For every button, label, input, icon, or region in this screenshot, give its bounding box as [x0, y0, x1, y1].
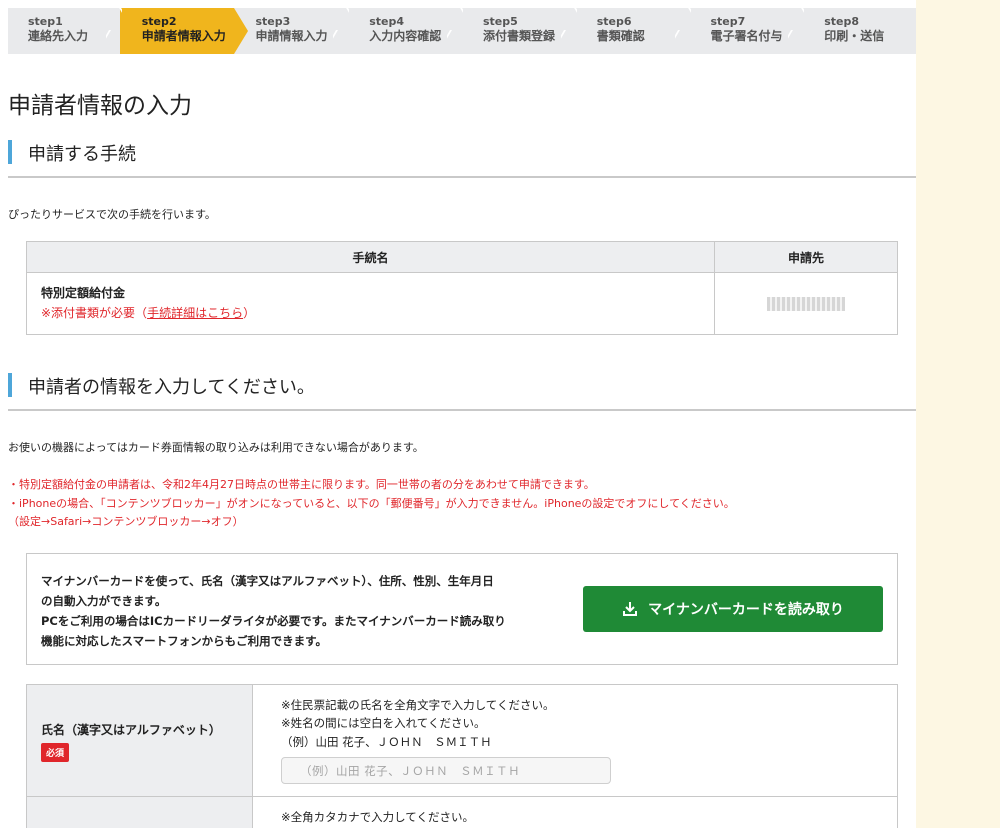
mynumber-card-panel: マイナンバーカードを使って、氏名（漢字又はアルファベット）、住所、性別、生年月日… [26, 553, 898, 665]
step-8: step8 印刷・送信 [802, 8, 916, 54]
step-separator [788, 8, 804, 54]
step-2-active: step2 申請者情報入力 [119, 8, 248, 54]
step-label: 申請者情報入力 [141, 29, 226, 43]
attachment-note-text: ※添付書類が必要（ [41, 305, 148, 320]
kana-field-label-cell [27, 797, 253, 828]
step-separator [333, 8, 349, 54]
attachment-required-note: ※添付書類が必要（手続詳細はこちら） [41, 302, 700, 324]
table-row: 特別定額給付金 ※添付書類が必要（手続詳細はこちら） [26, 272, 898, 335]
kana-field-row: ※全角カタカナで入力してください。 [26, 796, 898, 828]
table-header-row: 手続名 申請先 [26, 241, 898, 273]
column-header-destination: 申請先 [714, 241, 898, 273]
section-accent-bar [8, 140, 12, 164]
required-badge: 必須 [41, 743, 70, 762]
button-label: マイナンバーカードを読み取り [648, 602, 844, 618]
page: step1 連絡先入力 step2 申請者情報入力 step3 申請情報入力 s… [0, 0, 916, 828]
name-hint-example: （例）山田 花子、ＪＯＨＮ ＳＭＩＴＨ [281, 735, 492, 749]
read-mynumber-card-button[interactable]: マイナンバーカードを読み取り [583, 586, 883, 632]
step-label: 印刷・送信 [824, 29, 885, 43]
notice-householder: ・特別定額給付金の申請者は、令和2年4月27日時点の世帯主に限ります。同一世帯の… [8, 478, 595, 491]
mynumber-line: の自動入力ができます。 [41, 594, 167, 608]
notice-iphone-settings: （設定→Safari→コンテンツブロッカー→オフ） [8, 515, 244, 528]
step-4: step4 入力内容確認 [347, 8, 461, 54]
page-title: 申請者情報の入力 [8, 93, 192, 119]
step-number: step2 [141, 15, 177, 28]
step-number: step8 [824, 15, 860, 28]
attachment-note-close: ） [243, 305, 256, 320]
section-accent-bar [8, 373, 12, 397]
section-heading-text: 申請する手続 [28, 144, 136, 165]
step-separator [447, 8, 463, 54]
step-7: step7 電子署名付与 [689, 8, 803, 54]
destination-cell [714, 272, 898, 335]
device-compatibility-note: お使いの機器によってはカード券面情報の取り込みは利用できない場合があります。 [8, 441, 424, 454]
step-3: step3 申請情報入力 [234, 8, 348, 54]
name-field-content: ※住民票記載の氏名を全角文字で入力してください。 ※姓名の間には空白を入れてくだ… [281, 685, 897, 796]
name-hint: ※姓名の間には空白を入れてください。 [281, 716, 486, 730]
procedure-detail-link[interactable]: 手続詳細はこちら [147, 306, 243, 320]
procedure-name: 特別定額給付金 [41, 285, 126, 300]
procedure-name-cell: 特別定額給付金 ※添付書類が必要（手続詳細はこちら） [26, 272, 715, 335]
name-field-row: 氏名（漢字又はアルファベット） 必須 ※住民票記載の氏名を全角文字で入力してくだ… [26, 684, 898, 797]
name-hint: ※住民票記載の氏名を全角文字で入力してください。 [281, 698, 555, 712]
mynumber-line: PCをご利用の場合はICカードリーダライタが必要です。またマイナンバーカード読み… [41, 614, 506, 628]
download-icon [623, 602, 638, 616]
column-header-procedure-name: 手続名 [26, 241, 715, 273]
procedure-intro: ぴったりサービスで次の手続を行います。 [8, 208, 216, 221]
redacted-destination [767, 296, 845, 311]
kana-field-content: ※全角カタカナで入力してください。 [281, 797, 897, 828]
notice-iphone-blocker: ・iPhoneの場合、「コンテンツブロッカー」がオンになっていると、以下の「郵便… [8, 497, 735, 510]
section-heading-applicant-info: 申請者の情報を入力してください。 [8, 369, 916, 411]
step-6: step6 書類確認 [575, 8, 689, 54]
name-field-label: 氏名（漢字又はアルファベット） [41, 723, 221, 737]
section-heading-procedure: 申請する手続 [8, 136, 916, 178]
name-input[interactable] [281, 757, 611, 784]
procedure-table: 手続名 申請先 特別定額給付金 ※添付書類が必要（手続詳細はこちら） [26, 241, 898, 335]
mynumber-description: マイナンバーカードを使って、氏名（漢字又はアルファベット）、住所、性別、生年月日… [41, 571, 581, 651]
step-progress-bar: step1 連絡先入力 step2 申請者情報入力 step3 申請情報入力 s… [8, 8, 916, 54]
step-separator [675, 8, 691, 54]
name-field-label-cell: 氏名（漢字又はアルファベット） 必須 [27, 685, 253, 796]
step-1: step1 連絡先入力 [8, 8, 120, 54]
step-5: step5 添付書類登録 [461, 8, 575, 54]
step-separator [561, 8, 577, 54]
kana-hint: ※全角カタカナで入力してください。 [281, 810, 474, 824]
mynumber-line: 機能に対応したスマートフォンからもご利用できます。 [41, 634, 328, 648]
section-heading-text: 申請者の情報を入力してください。 [28, 377, 315, 398]
step-separator [106, 8, 122, 54]
mynumber-line: マイナンバーカードを使って、氏名（漢字又はアルファベット）、住所、性別、生年月日 [41, 574, 494, 588]
